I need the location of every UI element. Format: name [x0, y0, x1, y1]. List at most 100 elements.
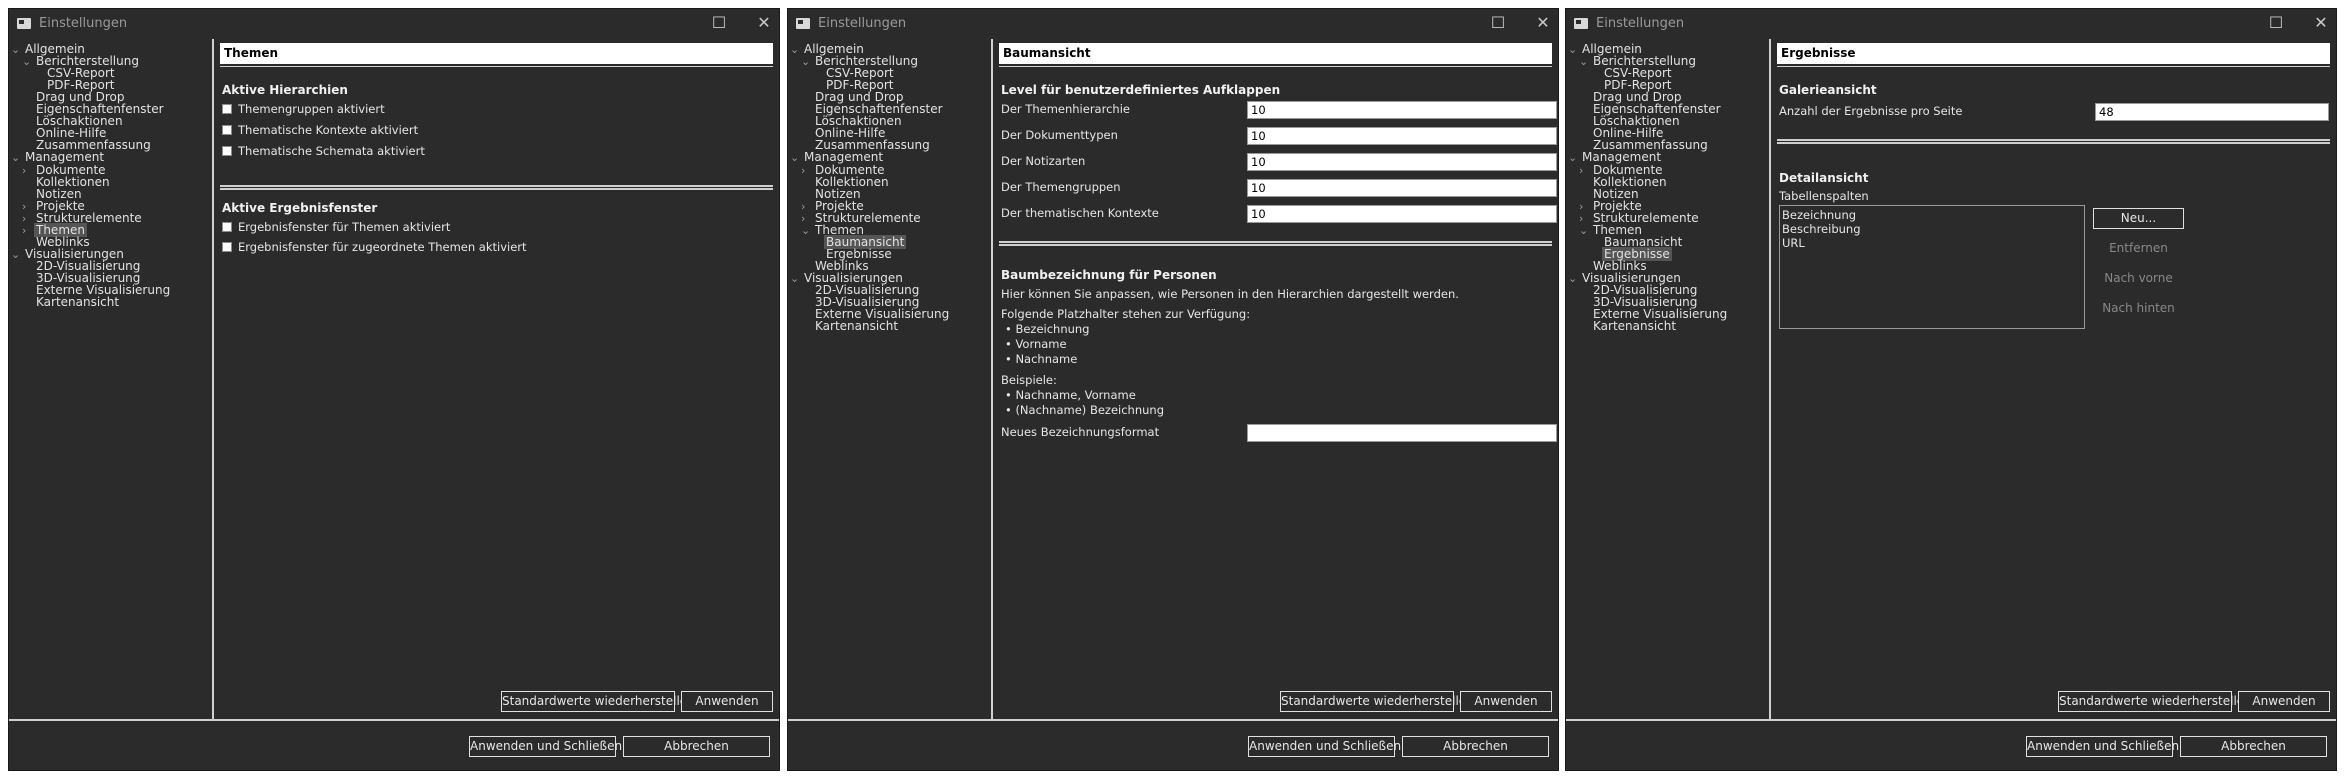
dokumenttypen-input[interactable]: 10 — [1247, 127, 1557, 145]
thematische-kontexte-input[interactable]: 10 — [1247, 205, 1557, 223]
apply-and-close-button[interactable]: Anwenden und Schließen — [1248, 736, 1401, 757]
close-icon[interactable]: ✕ — [754, 13, 774, 33]
move-up-button[interactable]: Nach vorne — [2093, 268, 2184, 289]
settings-panel: Ergebnisse Galerieansicht Anzahl der Erg… — [1771, 39, 2336, 719]
example-item: • Nachname, Vorname — [1005, 388, 1136, 402]
list-item[interactable]: URL — [1782, 236, 1805, 250]
apply-button[interactable]: Anwenden — [681, 691, 773, 712]
title-bar: Einstellungen ☐ ✕ — [9, 9, 779, 39]
placeholders-title: Folgende Platzhalter stehen zur Verfügun… — [1001, 307, 1251, 321]
checkbox[interactable] — [222, 242, 232, 252]
remove-column-button[interactable]: Entfernen — [2093, 238, 2184, 259]
bezeichnungsformat-input[interactable] — [1247, 424, 1557, 442]
chevron-right-icon[interactable]: › — [22, 222, 32, 239]
checkbox-label: Themengruppen aktiviert — [238, 102, 385, 116]
chevron-down-icon[interactable]: ⌄ — [1568, 149, 1578, 166]
section-title: Aktive Hierarchien — [222, 83, 348, 97]
chevron-down-icon[interactable]: ⌄ — [11, 41, 21, 58]
checkbox[interactable] — [222, 146, 232, 156]
restore-defaults-button[interactable]: Standardwerte wiederherstellen — [1280, 691, 1474, 712]
app-icon — [1574, 18, 1588, 29]
chevron-down-icon[interactable]: ⌄ — [22, 53, 32, 70]
divider — [1777, 66, 2330, 67]
move-down-button[interactable]: Nach hinten — [2093, 298, 2184, 319]
chevron-down-icon[interactable]: ⌄ — [1568, 41, 1578, 58]
list-item[interactable]: Beschreibung — [1782, 222, 1861, 236]
chevron-right-icon[interactable]: › — [1579, 162, 1589, 179]
chevron-down-icon[interactable]: ⌄ — [1568, 270, 1578, 287]
field-label: Neues Bezeichnungsformat — [1001, 425, 1160, 439]
themenhierarchie-input[interactable]: 10 — [1247, 101, 1557, 119]
checkbox-label: Thematische Kontexte aktiviert — [238, 123, 419, 137]
chevron-down-icon[interactable]: ⌄ — [11, 246, 21, 263]
maximize-icon[interactable]: ☐ — [709, 13, 729, 33]
intro-text: Hier können Sie anpassen, wie Personen i… — [1001, 287, 1459, 301]
chevron-down-icon[interactable]: ⌄ — [790, 41, 800, 58]
list-item[interactable]: Bezeichnung — [1782, 208, 1856, 222]
chevron-right-icon[interactable]: › — [22, 162, 32, 179]
themengruppen-input[interactable]: 10 — [1247, 179, 1557, 197]
settings-tree: ⌄ Allgemein ⌄ Berichterstellung CSV-Report PD… — [1566, 39, 1769, 719]
section-title: Galerieansicht — [1779, 83, 1877, 97]
tree-item-kartenansicht[interactable]: Kartenansicht — [1591, 318, 1678, 335]
chevron-down-icon[interactable]: ⌄ — [11, 149, 21, 166]
page-title: Themen — [220, 43, 773, 64]
checkbox-label: Ergebnisfenster für zugeordnete Themen a… — [238, 240, 527, 254]
field-label: Der Dokumenttypen — [1001, 128, 1118, 142]
tree-item-kartenansicht[interactable]: Kartenansicht — [34, 294, 121, 311]
checkbox[interactable] — [222, 125, 232, 135]
columns-list[interactable]: Bezeichnung Beschreibung URL — [1779, 205, 2085, 329]
divider — [999, 66, 1552, 67]
section-title: Baumbezeichnung für Personen — [1001, 268, 1217, 282]
checkbox[interactable] — [222, 104, 232, 114]
chevron-down-icon[interactable]: ⌄ — [801, 222, 811, 239]
maximize-icon[interactable]: ☐ — [1488, 13, 1508, 33]
cancel-button[interactable]: Abbrechen — [1402, 736, 1549, 757]
chevron-down-icon[interactable]: ⌄ — [1579, 53, 1589, 70]
settings-tree: ⌄ Allgemein ⌄ Berichterstellung CSV-Report PD… — [788, 39, 991, 719]
settings-panel: Themen Aktive Hierarchien Themengruppen … — [214, 39, 779, 719]
page-title: Baumansicht — [999, 43, 1552, 64]
restore-defaults-button[interactable]: Standardwerte wiederherstellen — [2058, 691, 2252, 712]
placeholder-item: • Nachname — [1005, 352, 1078, 366]
chevron-right-icon[interactable]: › — [801, 162, 811, 179]
notizarten-input[interactable]: 10 — [1247, 153, 1557, 171]
field-label: Der Themengruppen — [1001, 180, 1121, 194]
apply-and-close-button[interactable]: Anwenden und Schließen — [469, 736, 622, 757]
window-title: Einstellungen — [818, 16, 907, 31]
settings-tree: ⌄ Allgemein ⌄ Berichterstellung CSV-Report PD… — [9, 39, 212, 719]
field-label: Der thematischen Kontexte — [1001, 206, 1159, 220]
close-icon[interactable]: ✕ — [2311, 13, 2331, 33]
maximize-icon[interactable]: ☐ — [2266, 13, 2286, 33]
divider — [220, 66, 773, 67]
title-bar: Einstellungen ☐ ✕ — [788, 9, 1558, 39]
section-title: Aktive Ergebnisfenster — [222, 201, 378, 215]
field-label: Tabellenspalten — [1779, 189, 1869, 203]
title-bar: Einstellungen ☐ ✕ — [1566, 9, 2336, 39]
tree-item-kartenansicht[interactable]: Kartenansicht — [813, 318, 900, 335]
checkbox-label: Ergebnisfenster für Themen aktiviert — [238, 220, 451, 234]
section-title: Detailansicht — [1779, 171, 1869, 185]
chevron-down-icon[interactable]: ⌄ — [790, 270, 800, 287]
apply-and-close-button[interactable]: Anwenden und Schließen — [2026, 736, 2179, 757]
field-label: Der Notizarten — [1001, 154, 1086, 168]
close-icon[interactable]: ✕ — [1533, 13, 1553, 33]
chevron-down-icon[interactable]: ⌄ — [1579, 222, 1589, 239]
divider — [1566, 719, 2336, 721]
divider — [1777, 139, 2330, 144]
chevron-down-icon[interactable]: ⌄ — [790, 149, 800, 166]
placeholder-item: • Bezeichnung — [1005, 322, 1090, 336]
settings-panel: Baumansicht Level für benutzerdefinierte… — [993, 39, 1558, 719]
apply-button[interactable]: Anwenden — [1460, 691, 1552, 712]
new-column-button[interactable]: Neu... — [2093, 208, 2184, 229]
cancel-button[interactable]: Abbrechen — [623, 736, 770, 757]
checkbox[interactable] — [222, 222, 232, 232]
cancel-button[interactable]: Abbrechen — [2180, 736, 2327, 757]
restore-defaults-button[interactable]: Standardwerte wiederherstellen — [501, 691, 695, 712]
field-label: Anzahl der Ergebnisse pro Seite — [1779, 104, 1963, 118]
window-title: Einstellungen — [39, 16, 128, 31]
chevron-down-icon[interactable]: ⌄ — [801, 53, 811, 70]
placeholder-item: • Vorname — [1005, 337, 1067, 351]
apply-button[interactable]: Anwenden — [2238, 691, 2330, 712]
results-per-page-input[interactable]: 48 — [2095, 103, 2329, 121]
